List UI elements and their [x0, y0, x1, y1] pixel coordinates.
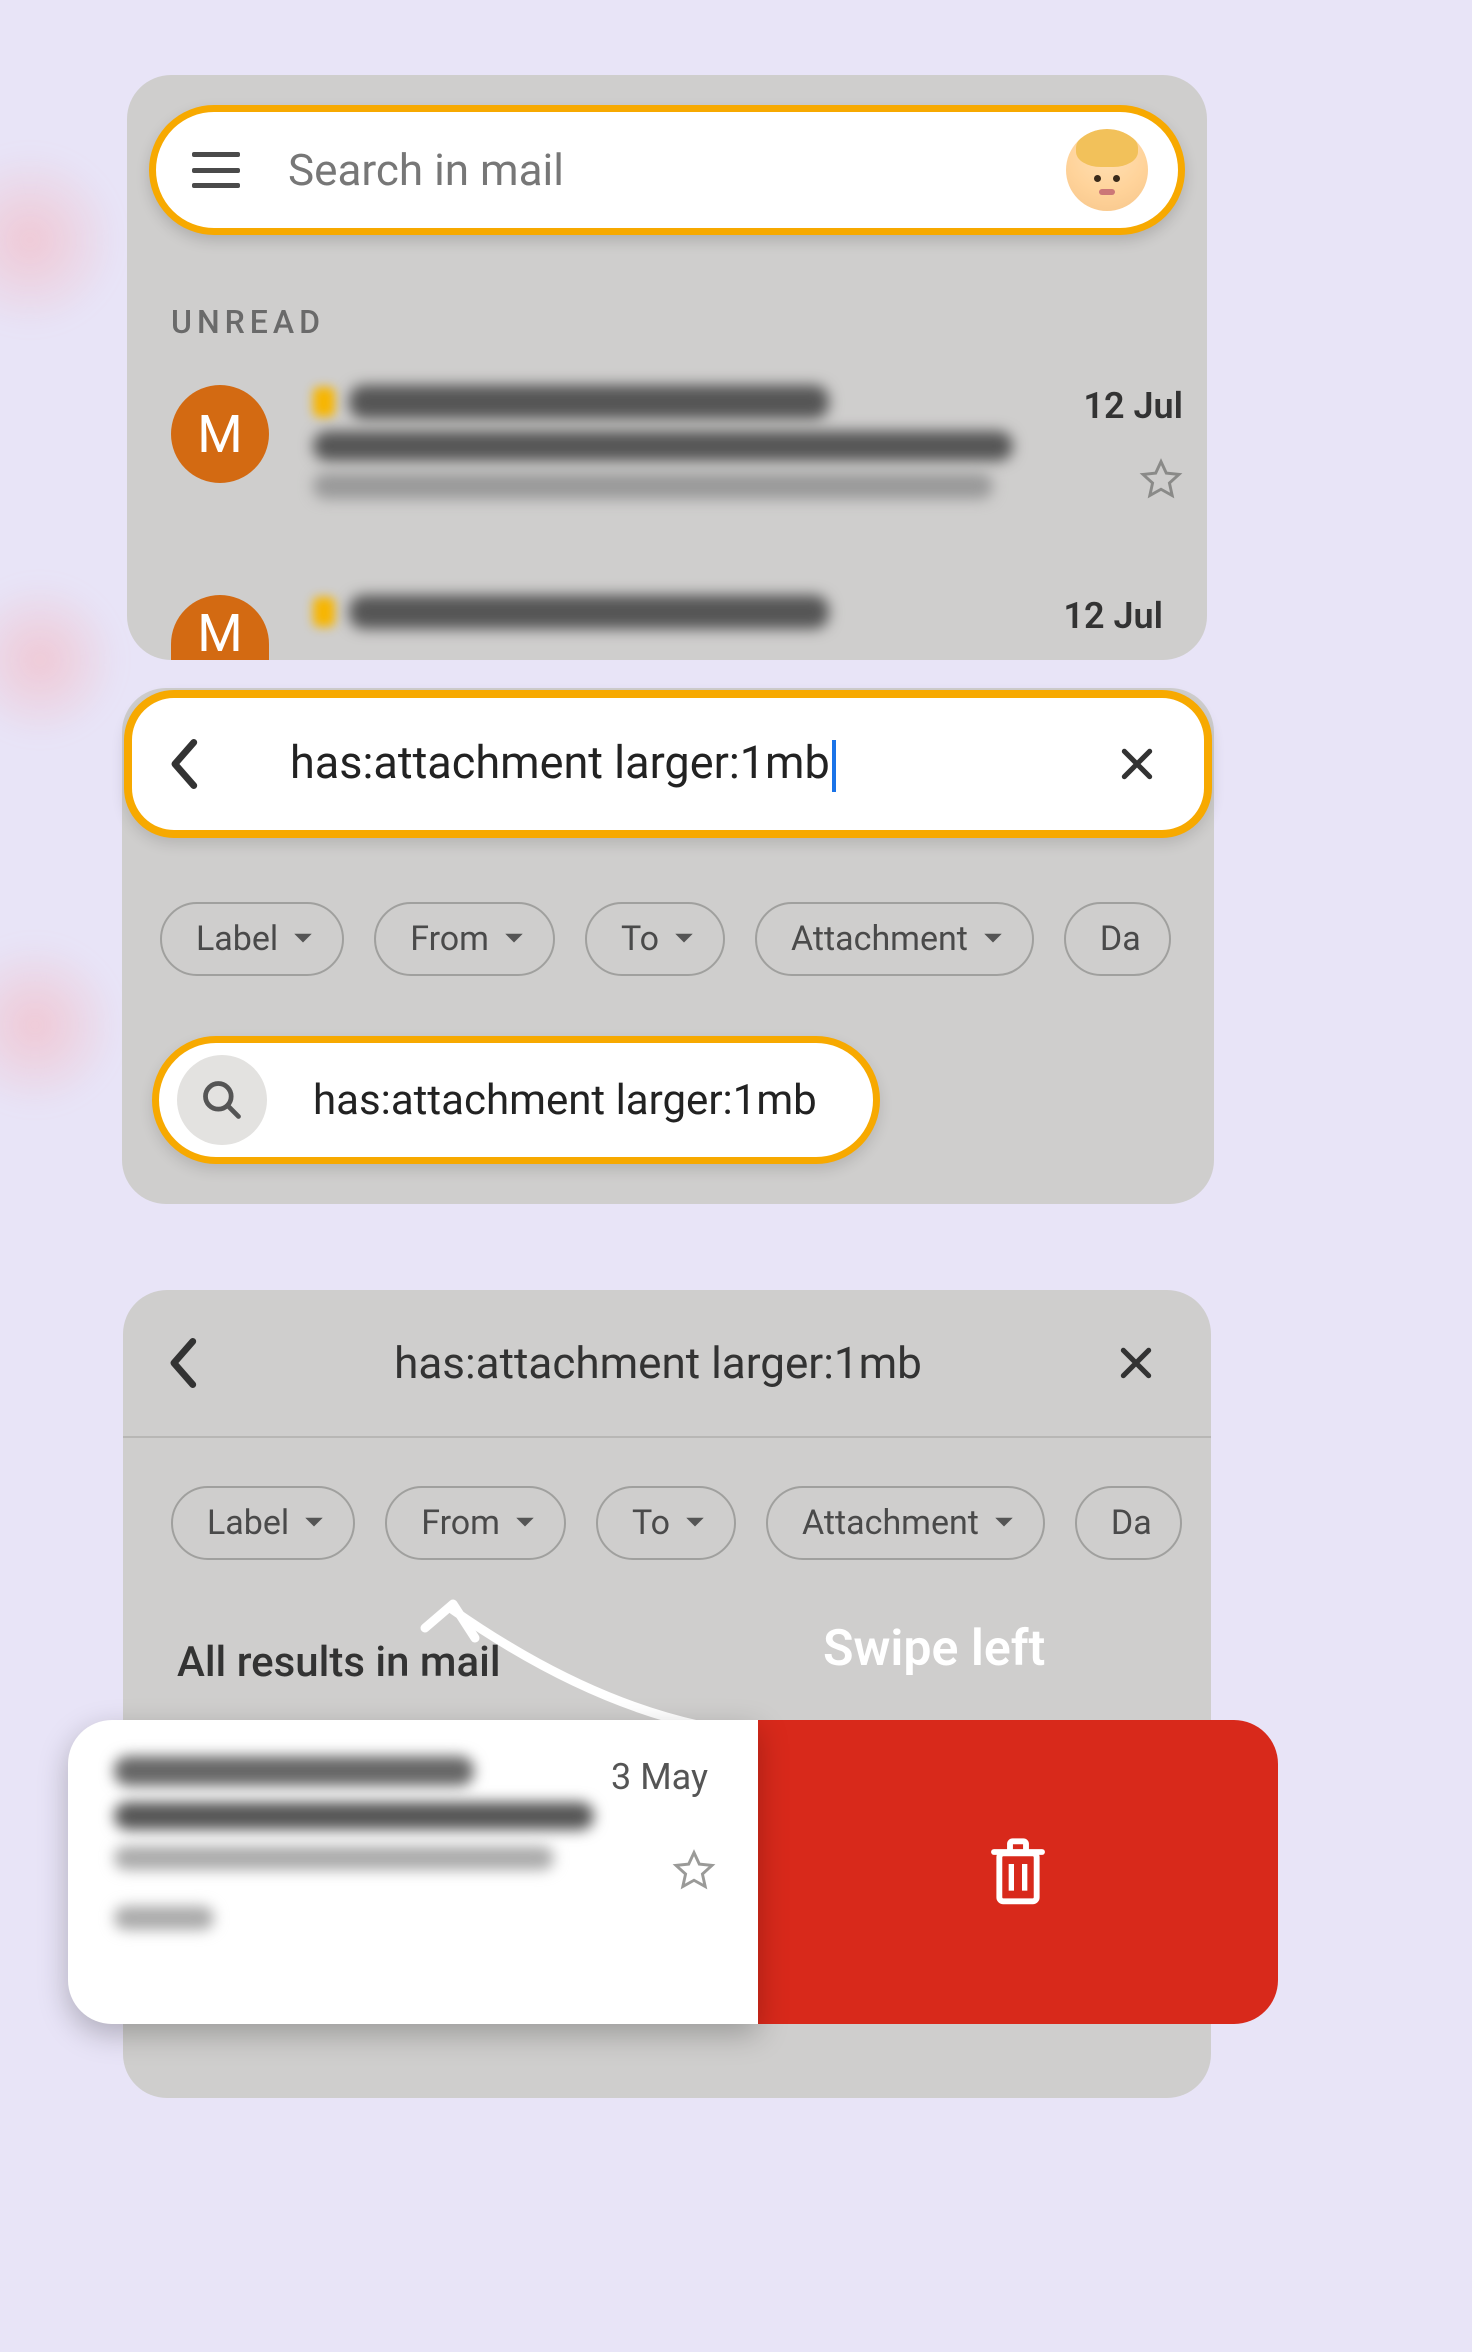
- filter-chip-row: Label From To Attachment Da: [160, 902, 1230, 976]
- search-placeholder: Search in mail: [288, 144, 1066, 196]
- suggestion-text: has:attachment larger:1mb: [313, 1076, 817, 1125]
- filter-chip-to[interactable]: To: [585, 902, 725, 976]
- search-bar-active[interactable]: has:attachment larger:1mb: [124, 690, 1212, 838]
- menu-icon[interactable]: [192, 152, 240, 188]
- trash-icon: [986, 1834, 1050, 1910]
- sender-avatar: M: [171, 595, 269, 660]
- star-icon[interactable]: [1139, 457, 1183, 501]
- search-input[interactable]: has:attachment larger:1mb: [290, 736, 1118, 792]
- panel-search-entry: has:attachment larger:1mb Label From To …: [122, 688, 1214, 1204]
- email-date: 12 Jul: [1083, 385, 1183, 427]
- sender-avatar: M: [171, 385, 269, 483]
- swipe-row[interactable]: 3 May: [68, 1720, 1278, 2024]
- search-icon: [177, 1055, 267, 1145]
- filter-chip-date[interactable]: Da: [1064, 902, 1171, 976]
- panel-search-results: has:attachment larger:1mb Label From To …: [123, 1290, 1211, 2098]
- filter-chip-attachment[interactable]: Attachment: [755, 902, 1034, 976]
- email-date: 3 May: [611, 1756, 708, 1798]
- search-bar[interactable]: Search in mail: [149, 105, 1185, 235]
- results-section-label: All results in mail: [177, 1638, 501, 1687]
- filter-chip-label[interactable]: Label: [160, 902, 344, 976]
- text-caret: [832, 740, 836, 792]
- search-query-text[interactable]: has:attachment larger:1mb: [199, 1337, 1117, 1389]
- panel-inbox: Search in mail UNREAD M 12 Jul M 12 Jul: [127, 75, 1207, 660]
- filter-chip-row: Label From To Attachment Da: [171, 1486, 1231, 1560]
- search-header: has:attachment larger:1mb: [123, 1290, 1211, 1438]
- swipe-hint-text: Swipe left: [823, 1620, 1045, 1678]
- clear-icon[interactable]: [1117, 1344, 1155, 1382]
- filter-chip-attachment[interactable]: Attachment: [766, 1486, 1045, 1560]
- email-card[interactable]: 3 May: [68, 1720, 758, 2024]
- back-icon[interactable]: [165, 1336, 199, 1390]
- email-row[interactable]: M 12 Jul: [171, 385, 1163, 501]
- star-icon[interactable]: [672, 1848, 716, 1892]
- email-date: 12 Jul: [1063, 595, 1163, 637]
- filter-chip-label[interactable]: Label: [171, 1486, 355, 1560]
- filter-chip-to[interactable]: To: [596, 1486, 736, 1560]
- filter-chip-date[interactable]: Da: [1075, 1486, 1182, 1560]
- email-row[interactable]: M 12 Jul: [171, 595, 1163, 660]
- filter-chip-from[interactable]: From: [374, 902, 555, 976]
- filter-chip-from[interactable]: From: [385, 1486, 566, 1560]
- back-icon[interactable]: [166, 737, 200, 791]
- swipe-delete-action[interactable]: [758, 1720, 1278, 2024]
- section-label-unread: UNREAD: [171, 303, 325, 341]
- clear-icon[interactable]: [1118, 745, 1156, 783]
- profile-avatar[interactable]: [1066, 129, 1148, 211]
- search-suggestion[interactable]: has:attachment larger:1mb: [152, 1036, 880, 1164]
